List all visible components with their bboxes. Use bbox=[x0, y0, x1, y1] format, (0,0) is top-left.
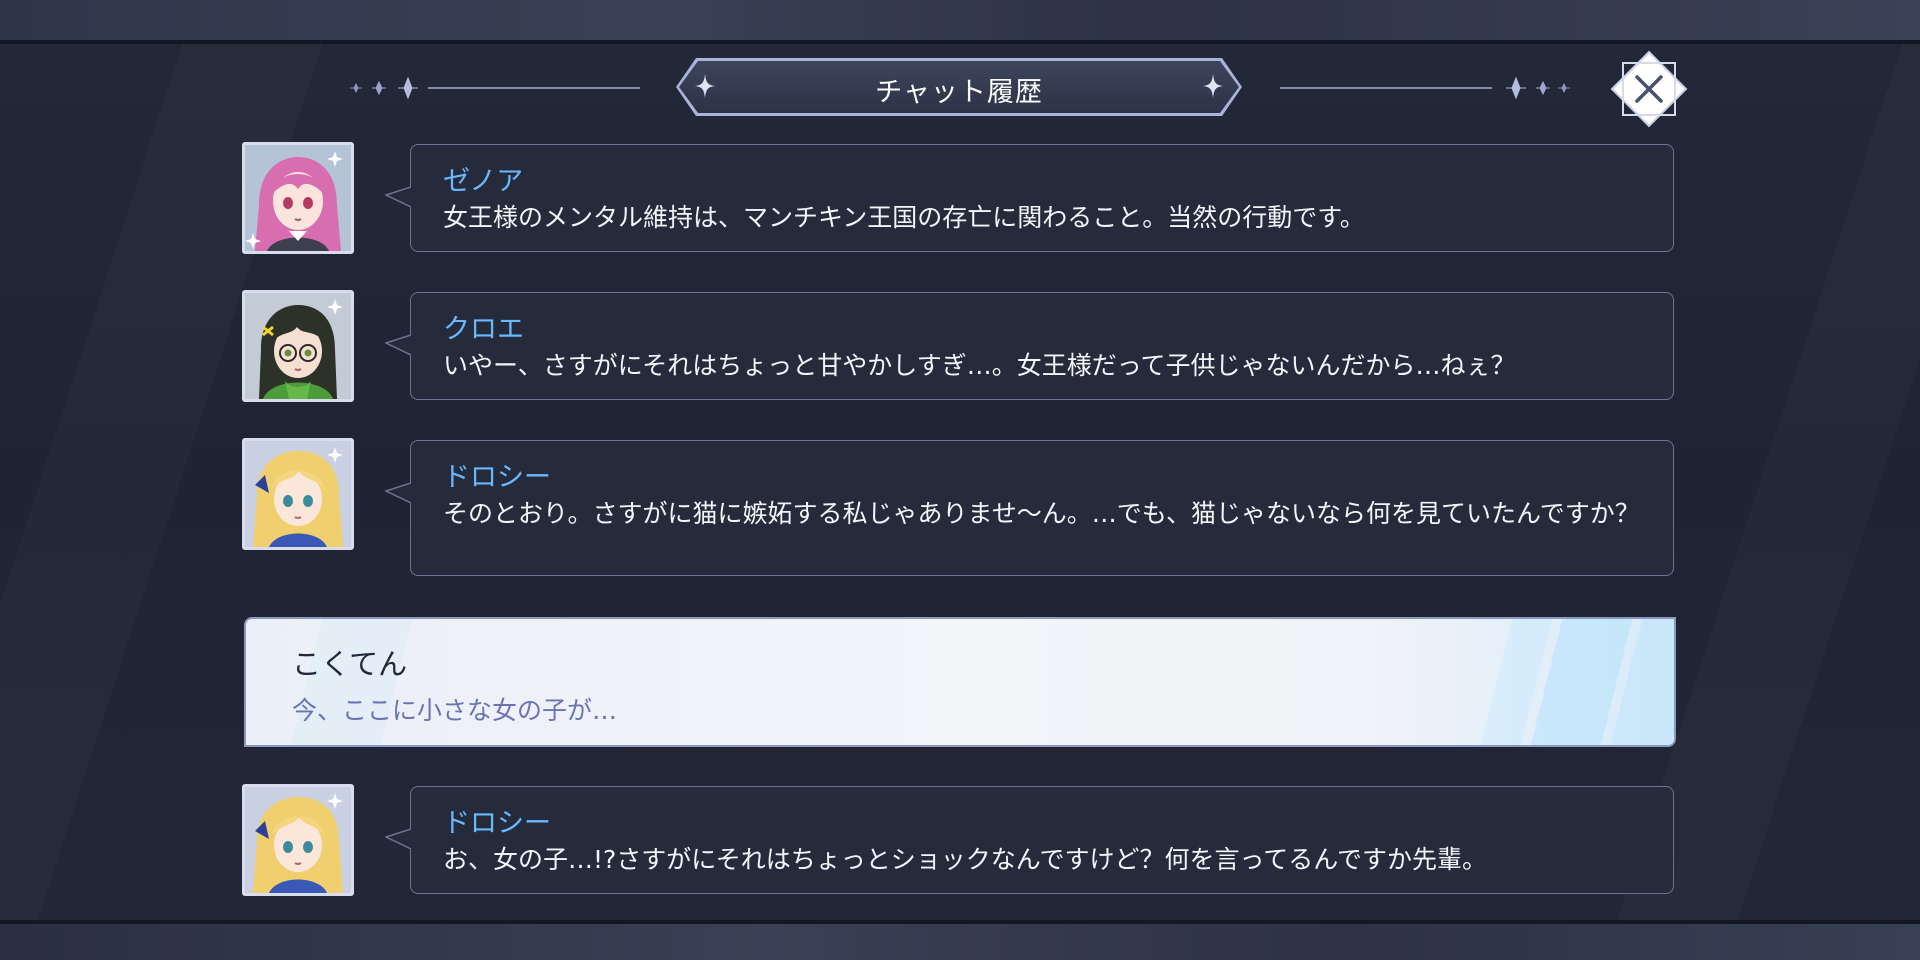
bubble-tail bbox=[385, 334, 411, 356]
glass-shine bbox=[289, 619, 413, 745]
message-bubble: ドロシー お、女の子…!?さすがにそれはちょっとショックなんですけど？何を言って… bbox=[385, 786, 1674, 894]
decorative-stars-right-icon bbox=[1506, 76, 1570, 100]
speaker-name: ゼノア bbox=[443, 166, 524, 197]
decorative-stars-left-icon bbox=[350, 76, 418, 100]
speaker-name: クロエ bbox=[443, 314, 524, 345]
player-name: こくてん bbox=[292, 647, 408, 681]
player-message-box: こくてん 今、ここに小さな女の子が… bbox=[244, 617, 1676, 747]
chat-row: ゼノア 女王様のメンタル維持は、マンチキン王国の存亡に関わること。当然の行動です… bbox=[242, 142, 1674, 254]
blonde-girl-avatar bbox=[242, 784, 354, 896]
sparkle-icon bbox=[1203, 74, 1223, 98]
bubble-tail bbox=[385, 828, 411, 850]
player-message-text: 今、ここに小さな女の子が… bbox=[292, 696, 618, 725]
message-text: いやー、さすがにそれはちょっと甘やかしすぎ…。女王様だって子供じゃないんだから…… bbox=[443, 351, 1516, 380]
background-bottom-strip bbox=[0, 920, 1920, 960]
speaker-name: ドロシー bbox=[443, 462, 551, 493]
header-line-right bbox=[1280, 87, 1492, 89]
bubble-tail bbox=[385, 186, 411, 208]
message-text: お、女の子…!?さすがにそれはちょっとショックなんですけど？何を言ってるんですか… bbox=[443, 845, 1488, 874]
message-text: 女王様のメンタル維持は、マンチキン王国の存亡に関わること。当然の行動です。 bbox=[443, 203, 1365, 232]
speaker-name: ドロシー bbox=[443, 808, 551, 839]
pink-haired-girl-avatar bbox=[242, 142, 354, 254]
title-plate: チャット履歴 bbox=[670, 58, 1248, 116]
chat-row: ドロシー お、女の子…!?さすがにそれはちょっとショックなんですけど？何を言って… bbox=[242, 784, 1674, 896]
blonde-girl-avatar bbox=[242, 438, 354, 550]
chat-row: ドロシー そのとおり。さすがに猫に嫉妬する私じゃありませ～ん。…でも、猫じゃない… bbox=[242, 438, 1674, 578]
close-icon[interactable] bbox=[1610, 50, 1688, 128]
message-bubble: ゼノア 女王様のメンタル維持は、マンチキン王国の存亡に関わること。当然の行動です… bbox=[385, 144, 1674, 252]
bubble-tail bbox=[385, 482, 411, 504]
close-button[interactable] bbox=[1610, 50, 1688, 128]
header-line-left bbox=[428, 87, 640, 89]
message-bubble: ドロシー そのとおり。さすがに猫に嫉妬する私じゃありませ～ん。…でも、猫じゃない… bbox=[385, 440, 1674, 576]
chat-row: クロエ いやー、さすがにそれはちょっと甘やかしすぎ…。女王様だって子供じゃないん… bbox=[242, 290, 1674, 402]
message-text: そのとおり。さすがに猫に嫉妬する私じゃありませ～ん。…でも、猫じゃないなら何を見… bbox=[443, 499, 1640, 528]
background-top-strip bbox=[0, 0, 1920, 44]
dark-haired-girl-with-glasses-avatar bbox=[242, 290, 354, 402]
page-title: チャット履歴 bbox=[875, 77, 1043, 108]
message-bubble: クロエ いやー、さすがにそれはちょっと甘やかしすぎ…。女王様だって子供じゃないん… bbox=[385, 292, 1674, 400]
